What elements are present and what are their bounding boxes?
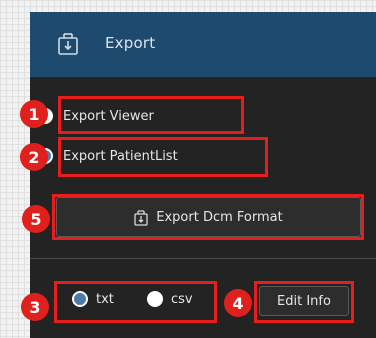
callout-box-2 — [58, 137, 268, 177]
callout-badge-4: 4 — [224, 289, 252, 317]
export-icon — [57, 30, 79, 56]
callout-box-1 — [58, 96, 244, 134]
callout-box-3 — [54, 281, 217, 323]
section-divider — [30, 258, 376, 259]
callout-badge-2: 2 — [20, 143, 48, 171]
panel-title: Export — [105, 34, 156, 52]
export-panel-header: Export — [30, 12, 376, 78]
callout-badge-5: 5 — [22, 205, 50, 233]
callout-badge-3: 3 — [21, 293, 49, 321]
callout-box-4 — [254, 281, 354, 323]
callout-box-5 — [52, 194, 364, 240]
callout-badge-1: 1 — [20, 100, 48, 128]
